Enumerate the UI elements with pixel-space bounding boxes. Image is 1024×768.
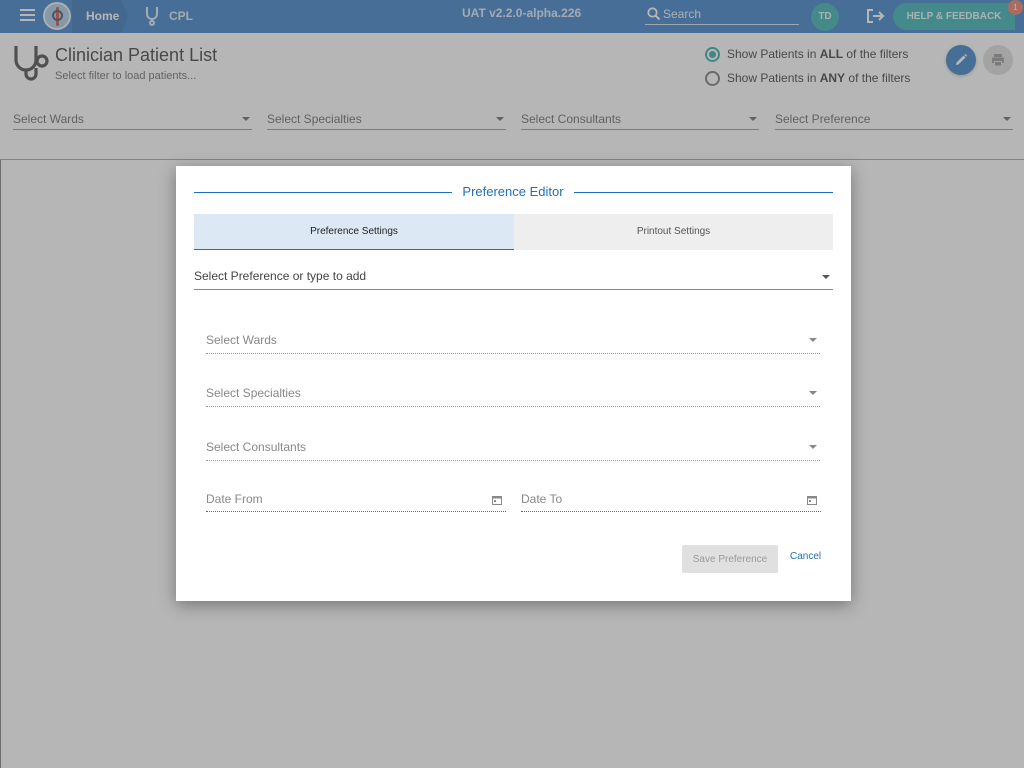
dialog-tabs: Preference Settings Printout Settings: [194, 214, 833, 250]
preference-select-placeholder: Select Preference or type to add: [194, 269, 367, 283]
date-from-field[interactable]: Date From: [206, 488, 506, 512]
date-from-label: Date From: [206, 492, 263, 506]
dialog-select-consultants[interactable]: Select Consultants: [206, 437, 820, 461]
chevron-down-icon: [822, 275, 830, 279]
chevron-down-icon: [809, 338, 817, 342]
tab-preference-settings[interactable]: Preference Settings: [194, 214, 514, 250]
tab-printout-settings[interactable]: Printout Settings: [514, 214, 833, 250]
divider: [0, 160, 1, 768]
save-preference-button[interactable]: Save Preference: [682, 545, 778, 573]
divider: [574, 192, 833, 193]
select-label: Select Consultants: [206, 440, 307, 454]
date-to-label: Date To: [521, 492, 563, 506]
calendar-icon[interactable]: [807, 494, 817, 508]
select-label: Select Specialties: [206, 386, 301, 400]
dialog-select-wards[interactable]: Select Wards: [206, 330, 820, 354]
dialog-title: Preference Editor: [462, 184, 564, 199]
preference-select[interactable]: Select Preference or type to add: [194, 266, 833, 290]
select-label: Select Wards: [206, 333, 277, 347]
chevron-down-icon: [809, 445, 817, 449]
cancel-button[interactable]: Cancel: [790, 551, 821, 562]
preference-editor-dialog: Preference Editor Preference Settings Pr…: [176, 166, 851, 601]
dialog-select-specialties[interactable]: Select Specialties: [206, 383, 820, 407]
date-to-field[interactable]: Date To: [521, 488, 821, 512]
chevron-down-icon: [809, 391, 817, 395]
calendar-icon[interactable]: [492, 494, 502, 508]
divider: [194, 192, 452, 193]
